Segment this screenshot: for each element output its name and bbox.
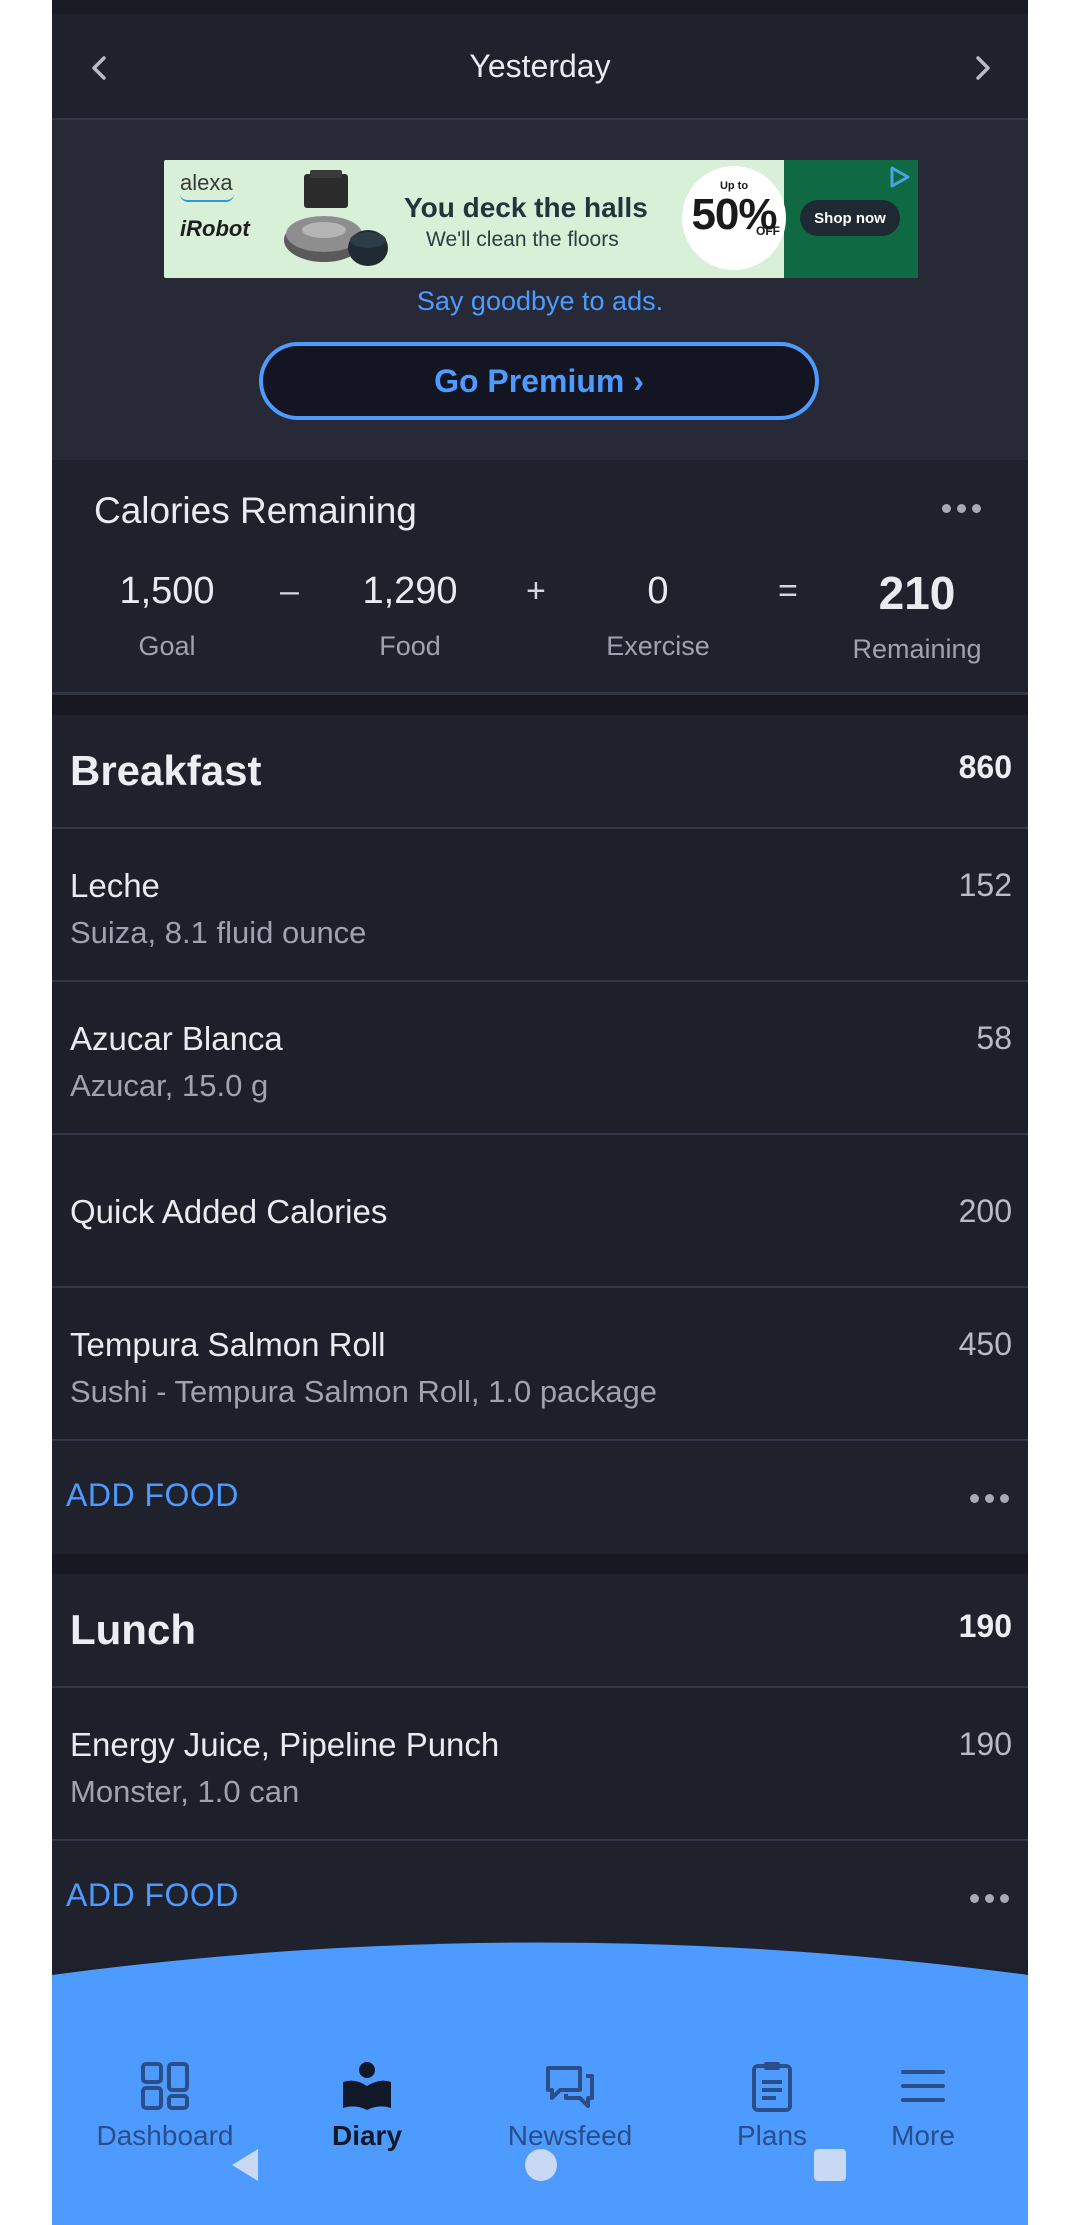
- nav-label: Newsfeed: [507, 2120, 633, 2151]
- nav-more[interactable]: More: [828, 2058, 1018, 2152]
- meal-total-calories: 190: [958, 1608, 1012, 1644]
- remaining-column[interactable]: 210 Remaining: [842, 567, 992, 665]
- more-options-icon[interactable]: [970, 1894, 1009, 1903]
- ad-section: alexa iRobot You deck the halls We'll cl…: [52, 120, 1028, 460]
- remaining-value: 210: [878, 567, 956, 619]
- nav-dashboard[interactable]: Dashboard: [70, 2058, 260, 2152]
- exercise-column[interactable]: 0 Exercise: [600, 570, 716, 662]
- ad-banner[interactable]: alexa iRobot You deck the halls We'll cl…: [164, 160, 918, 278]
- food-column[interactable]: 1,290 Food: [352, 570, 468, 662]
- ad-shop-now-button[interactable]: Shop now: [800, 200, 900, 236]
- ad-subline: We'll clean the floors: [426, 228, 619, 251]
- calories-remaining-card: Calories Remaining 1,500 Goal – 1,290 Fo…: [52, 460, 1028, 695]
- food-name: Quick Added Calories: [70, 1193, 388, 1230]
- minus-sign: –: [280, 572, 299, 610]
- system-home-icon[interactable]: [521, 2145, 561, 2185]
- plans-icon: [752, 2062, 792, 2112]
- food-name: Azucar Blanca: [70, 1020, 283, 1057]
- dashboard-icon: [141, 2062, 189, 2110]
- food-name: Tempura Salmon Roll: [70, 1326, 386, 1363]
- newsfeed-icon: [546, 2066, 594, 2108]
- food-description: Azucar, 15.0 g: [70, 1068, 269, 1103]
- food-calories: 200: [958, 1193, 1012, 1229]
- food-row[interactable]: Azucar Blanca Azucar, 15.0 g 58: [52, 982, 1028, 1135]
- food-calories: 190: [958, 1726, 1012, 1762]
- ad-off-text: OFF: [756, 224, 780, 238]
- remaining-label: Remaining: [852, 634, 982, 664]
- date-navigation-bar: Yesterday: [52, 14, 1028, 120]
- food-calories: 152: [958, 867, 1012, 903]
- breakfast-add-food-row: ADD FOOD: [52, 1441, 1028, 1554]
- lunch-header[interactable]: Lunch 190: [52, 1574, 1028, 1688]
- food-description: Monster, 1.0 can: [70, 1774, 300, 1809]
- date-label[interactable]: Yesterday: [469, 48, 610, 85]
- equals-sign: =: [778, 572, 798, 610]
- ad-discount-badge: Up to 50% OFF: [682, 166, 786, 270]
- menu-icon: [901, 2070, 945, 2102]
- nav-label: Diary: [331, 2120, 403, 2151]
- ad-brand-irobot: iRobot: [180, 216, 250, 241]
- meal-name: Breakfast: [70, 747, 262, 794]
- status-strip: [52, 0, 1028, 14]
- add-food-button[interactable]: ADD FOOD: [66, 1477, 239, 1514]
- exercise-label: Exercise: [606, 631, 710, 661]
- food-description: Suiza, 8.1 fluid ounce: [70, 915, 367, 950]
- nav-diary[interactable]: Diary: [272, 2058, 462, 2152]
- breakfast-header[interactable]: Breakfast 860: [52, 715, 1028, 829]
- chevron-right-icon[interactable]: [962, 48, 1002, 88]
- nav-newsfeed[interactable]: Newsfeed: [475, 2058, 665, 2152]
- section-divider: [52, 695, 1028, 715]
- ad-brand: alexa iRobot: [180, 170, 270, 242]
- food-row[interactable]: Quick Added Calories 200: [52, 1135, 1028, 1288]
- add-food-button[interactable]: ADD FOOD: [66, 1877, 239, 1914]
- remove-ads-text[interactable]: Say goodbye to ads.: [52, 286, 1028, 317]
- meal-total-calories: 860: [958, 749, 1012, 785]
- diary-icon: [343, 2062, 391, 2110]
- food-description: Sushi - Tempura Salmon Roll, 1.0 package: [70, 1374, 658, 1409]
- robot-vacuum-image: [284, 170, 388, 266]
- section-divider: [52, 1554, 1028, 1574]
- goal-value: 1,500: [119, 570, 215, 612]
- app-screen: Yesterday alexa iRobot You deck the hall…: [52, 0, 1028, 2225]
- food-row[interactable]: Leche Suiza, 8.1 fluid ounce 152: [52, 829, 1028, 982]
- food-row[interactable]: Energy Juice, Pipeline Punch Monster, 1.…: [52, 1688, 1028, 1841]
- exercise-value: 0: [647, 570, 669, 612]
- food-row[interactable]: Tempura Salmon Roll Sushi - Tempura Salm…: [52, 1288, 1028, 1441]
- goal-label: Goal: [138, 631, 196, 661]
- ad-headline: You deck the halls: [404, 192, 648, 223]
- food-label: Food: [379, 631, 441, 661]
- chevron-left-icon[interactable]: [80, 48, 120, 88]
- more-options-icon[interactable]: [970, 1494, 1009, 1503]
- plus-sign: +: [526, 572, 546, 610]
- food-value: 1,290: [362, 570, 458, 612]
- calories-title: Calories Remaining: [94, 490, 417, 531]
- nav-label: More: [891, 2120, 955, 2151]
- adchoices-icon[interactable]: [884, 162, 914, 192]
- meal-name: Lunch: [70, 1606, 196, 1653]
- ad-brand-alexa: alexa: [180, 170, 233, 195]
- food-calories: 58: [976, 1020, 1012, 1056]
- system-back-icon[interactable]: [226, 2145, 266, 2185]
- go-premium-button[interactable]: Go Premium ›: [259, 342, 819, 420]
- food-name: Energy Juice, Pipeline Punch: [70, 1726, 500, 1763]
- food-calories: 450: [958, 1326, 1012, 1362]
- goal-column[interactable]: 1,500 Goal: [112, 570, 222, 662]
- system-recents-icon[interactable]: [810, 2145, 850, 2185]
- more-options-icon[interactable]: [942, 504, 981, 513]
- food-name: Leche: [70, 867, 160, 904]
